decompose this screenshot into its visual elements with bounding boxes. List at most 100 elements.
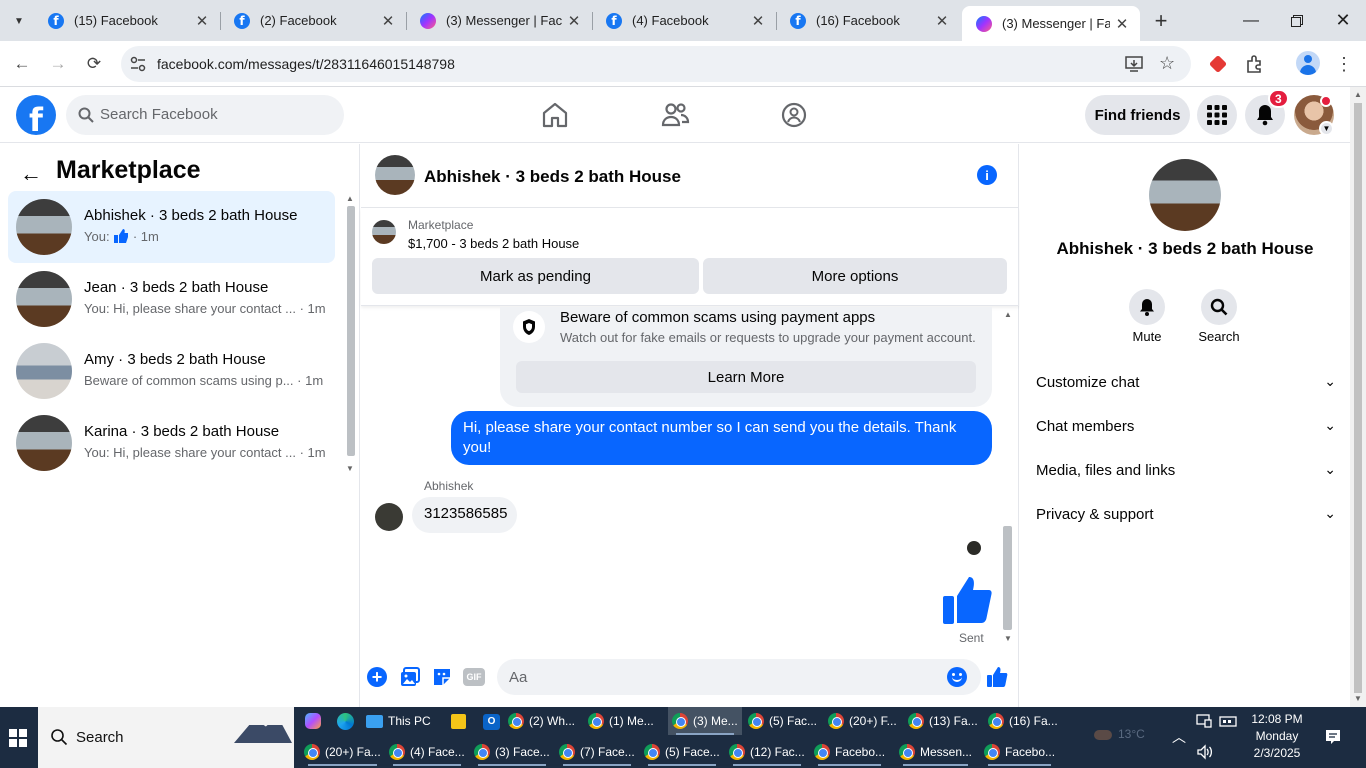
like-button-icon[interactable]: [986, 666, 1008, 688]
chat-members-row[interactable]: Chat members ⌄: [1036, 408, 1336, 448]
taskbar-chrome-window[interactable]: (2) Wh...: [508, 707, 575, 735]
customize-chat-row[interactable]: Customize chat ⌄: [1036, 364, 1336, 404]
sender-avatar[interactable]: [375, 503, 403, 531]
edge-icon[interactable]: [337, 713, 354, 730]
friends-icon[interactable]: [659, 99, 691, 131]
windows-start-icon[interactable]: [9, 729, 27, 747]
gif-icon[interactable]: GIF: [463, 668, 485, 686]
address-bar[interactable]: facebook.com/messages/t/2831164601514879…: [121, 46, 1191, 82]
volume-icon[interactable]: [1196, 744, 1214, 760]
taskbar-chrome-window[interactable]: (7) Face...: [555, 738, 639, 766]
restore-button[interactable]: [1274, 0, 1320, 41]
home-icon[interactable]: [539, 99, 571, 131]
sticker-icon[interactable]: [431, 666, 453, 688]
browser-tab[interactable]: f (4) Facebook ✕: [592, 0, 776, 41]
chat-title[interactable]: Abhishek · 3 beds 2 bath House: [424, 167, 681, 187]
taskbar-chrome-window[interactable]: (16) Fa...: [988, 707, 1058, 735]
outlook-icon[interactable]: O: [483, 714, 500, 730]
facebook-logo[interactable]: f: [16, 95, 56, 135]
outgoing-message-bubble[interactable]: Hi, please share your contact number so …: [451, 411, 992, 465]
media-files-links-row[interactable]: Media, files and links ⌄: [1036, 452, 1336, 492]
conversation-item[interactable]: Amy · 3 beds 2 bath House Beware of comm…: [8, 335, 335, 407]
taskbar-chrome-window[interactable]: (20+) F...: [828, 707, 897, 735]
search-conversation-button[interactable]: [1201, 289, 1237, 325]
groups-icon[interactable]: [778, 99, 810, 131]
conversation-item[interactable]: Jean · 3 beds 2 bath House You: Hi, plea…: [8, 263, 335, 335]
mark-as-pending-button[interactable]: Mark as pending: [372, 258, 699, 294]
more-options-button[interactable]: More options: [703, 258, 1007, 294]
privacy-support-row[interactable]: Privacy & support ⌄: [1036, 496, 1336, 536]
minimize-button[interactable]: ―: [1228, 0, 1274, 41]
browser-tab[interactable]: f (2) Facebook ✕: [220, 0, 406, 41]
bookmark-star-icon[interactable]: ☆: [1159, 53, 1175, 74]
back-button[interactable]: ←: [8, 50, 36, 78]
taskbar-chrome-window[interactable]: (12) Fac...: [725, 738, 809, 766]
conversation-list-scrollbar[interactable]: ▲ ▼: [344, 192, 358, 478]
sent-like-thumb-icon[interactable]: [941, 574, 993, 626]
taskbar-chrome-window[interactable]: Facebo...: [980, 738, 1059, 766]
facebook-search-input[interactable]: Search Facebook: [66, 95, 344, 135]
screen-icon[interactable]: [1196, 714, 1212, 728]
site-settings-icon[interactable]: [129, 55, 147, 73]
browser-tab[interactable]: (3) Messenger | Faceb ✕: [406, 0, 592, 41]
calendar-app-icon[interactable]: [451, 714, 466, 729]
info-icon[interactable]: i: [977, 165, 997, 185]
weather-widget[interactable]: 13°C: [1094, 727, 1145, 741]
conversation-item[interactable]: Abhishek · 3 beds 2 bath House You: · 1m: [8, 191, 335, 263]
taskbar-search-box[interactable]: Search: [38, 707, 294, 768]
taskbar-chrome-window[interactable]: (13) Fa...: [908, 707, 978, 735]
account-chevron-icon[interactable]: ▼: [1319, 121, 1334, 136]
close-tab-icon[interactable]: ✕: [190, 12, 214, 30]
extensions-puzzle-icon[interactable]: [1245, 54, 1265, 74]
mute-button[interactable]: [1129, 289, 1165, 325]
back-arrow-icon[interactable]: ←: [20, 161, 42, 187]
reload-button[interactable]: ⟳: [80, 50, 108, 78]
photo-icon[interactable]: [399, 666, 421, 688]
menu-button[interactable]: [1197, 95, 1237, 135]
close-tab-icon[interactable]: ✕: [746, 12, 770, 30]
taskbar-clock[interactable]: 12:08 PM Monday 2/3/2025: [1240, 711, 1314, 762]
show-hidden-icons-icon[interactable]: ︿: [1172, 727, 1186, 747]
incoming-message-bubble[interactable]: 3123586585: [412, 497, 517, 533]
copilot-icon[interactable]: [305, 713, 321, 729]
tab-search-button[interactable]: ▼: [8, 10, 30, 32]
forward-button[interactable]: →: [44, 50, 72, 78]
message-input[interactable]: Aa: [497, 659, 981, 695]
browser-menu-icon[interactable]: ⋮: [1330, 50, 1358, 78]
page-scrollbar[interactable]: ▲ ▼: [1350, 87, 1366, 707]
browser-tab[interactable]: f (16) Facebook ✕: [776, 0, 960, 41]
close-tab-icon[interactable]: ✕: [562, 12, 586, 30]
taskbar-chrome-window[interactable]: (20+) Fa...: [300, 738, 385, 766]
listing-price[interactable]: $1,700 - 3 beds 2 bath House: [408, 236, 579, 251]
emoji-icon[interactable]: [947, 667, 967, 687]
conversation-item[interactable]: Karina · 3 beds 2 bath House You: Hi, pl…: [8, 407, 335, 479]
extension-red-icon[interactable]: [1208, 54, 1228, 74]
chat-scrollbar[interactable]: ▲ ▼: [1001, 308, 1015, 646]
listing-mini-thumbnail[interactable]: [372, 220, 396, 244]
close-tab-icon[interactable]: ✕: [930, 12, 954, 30]
taskbar-this-pc[interactable]: This PC: [366, 707, 431, 735]
taskbar-chrome-window[interactable]: (1) Me...: [588, 707, 654, 735]
taskbar-chrome-window[interactable]: (3) Face...: [470, 738, 554, 766]
notifications-center-icon[interactable]: [1325, 729, 1341, 745]
plus-icon[interactable]: +: [367, 667, 387, 687]
taskbar-chrome-window-active[interactable]: (3) Me...: [668, 707, 742, 735]
profile-icon[interactable]: [1296, 51, 1320, 75]
close-tab-icon[interactable]: ✕: [1110, 15, 1134, 33]
browser-tab-active[interactable]: (3) Messenger | Faceb ✕: [962, 6, 1140, 41]
details-avatar[interactable]: [1149, 159, 1221, 231]
new-tab-button[interactable]: +: [1148, 8, 1174, 34]
browser-tab[interactable]: f (15) Facebook ✕: [34, 0, 220, 41]
find-friends-button[interactable]: Find friends: [1085, 95, 1190, 135]
taskbar-chrome-window[interactable]: (5) Face...: [640, 738, 724, 766]
close-tab-icon[interactable]: ✕: [376, 12, 400, 30]
install-app-icon[interactable]: [1125, 55, 1145, 73]
taskbar-chrome-window[interactable]: (5) Fac...: [748, 707, 817, 735]
taskbar-chrome-window[interactable]: (4) Face...: [385, 738, 469, 766]
chat-avatar[interactable]: [375, 155, 415, 195]
learn-more-button[interactable]: Learn More: [516, 361, 976, 393]
taskbar-chrome-window[interactable]: Facebo...: [810, 738, 889, 766]
taskbar-chrome-window[interactable]: Messen...: [895, 738, 976, 766]
close-window-button[interactable]: ✕: [1320, 0, 1366, 41]
network-icon[interactable]: [1219, 714, 1237, 728]
